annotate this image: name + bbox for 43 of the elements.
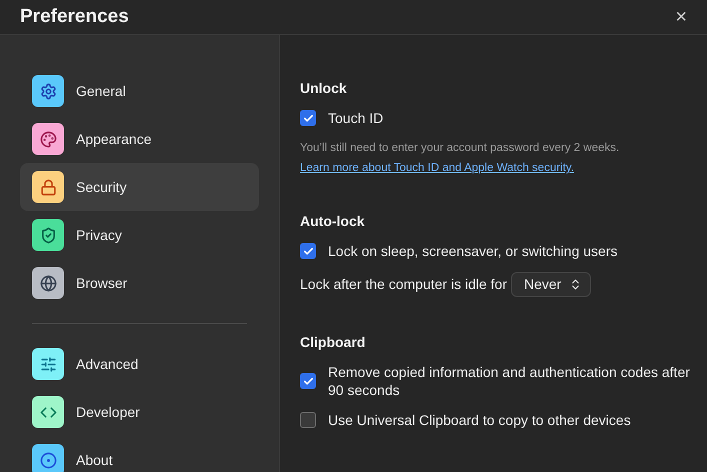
sliders-icon (40, 356, 56, 372)
checkbox[interactable] (300, 412, 316, 428)
checkbox-label: Use Universal Clipboard to copy to other devices (328, 411, 631, 429)
sidebar-item[interactable]: General (20, 67, 259, 115)
idle-select[interactable]: Never (511, 272, 592, 297)
section-heading: Unlock (300, 79, 348, 97)
globe-icon (40, 274, 56, 292)
lock-icon (40, 178, 56, 196)
sidebar-label: General (76, 82, 126, 100)
checkbox-label: Lock on sleep, screensaver, or switching users (328, 242, 618, 260)
sidebar-label: Developer (76, 402, 140, 422)
check-icon (302, 246, 314, 256)
palette-icon (40, 130, 56, 148)
sidebar-label: Appearance (76, 130, 152, 149)
sidebar-label: Browser (76, 274, 128, 292)
sidebar-label: Advanced (76, 354, 138, 374)
shield-check-icon (40, 226, 56, 244)
close-button[interactable]: × (675, 7, 687, 27)
checkbox[interactable] (300, 373, 316, 389)
checkbox[interactable] (300, 243, 316, 259)
sidebar-item[interactable]: Browser (20, 259, 259, 307)
helper-text: You’ll still need to enter your account password every 2 weeks. (300, 141, 620, 156)
sidebar-item[interactable]: Security (20, 163, 259, 211)
learn-more-link[interactable]: Learn more about Touch ID and Apple Watch security. (300, 160, 707, 176)
checkbox-label: Touch ID (328, 109, 384, 127)
checkbox-label: Remove copied information and authentication codes after 90 seconds (328, 363, 690, 399)
idle-label: Lock after the computer is idle for (300, 275, 507, 294)
gear-icon (40, 82, 56, 100)
section-heading: Auto-lock (300, 212, 366, 230)
sidebar-item[interactable]: Advanced (20, 340, 259, 388)
checkbox[interactable] (300, 110, 316, 126)
sidebar-item[interactable]: Developer (20, 388, 259, 436)
sidebar-item[interactable]: About (20, 436, 259, 472)
window-title: Preferences (20, 4, 129, 29)
sidebar-label: Privacy (76, 226, 122, 245)
check-icon (302, 376, 314, 386)
sidebar-label: Security (76, 178, 127, 197)
section-heading: Clipboard (300, 333, 366, 351)
sidebar-item[interactable]: Appearance (20, 115, 259, 163)
check-icon (302, 112, 314, 124)
sidebar-label: About (76, 450, 113, 470)
circle-icon (40, 452, 56, 468)
sidebar-item[interactable]: Privacy (20, 211, 259, 259)
